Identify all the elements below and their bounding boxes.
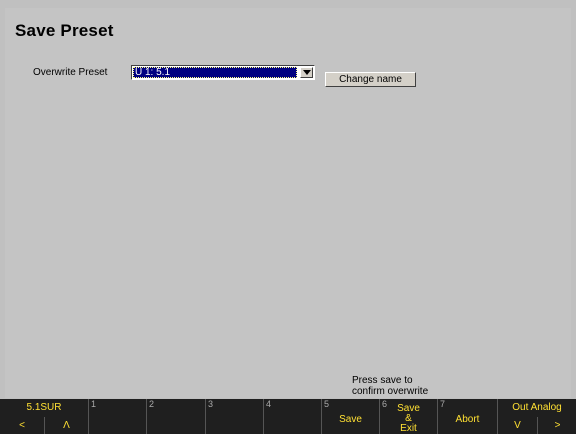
main-panel: Save Preset Overwrite Preset U 1: 5.1 Ch… — [5, 8, 571, 398]
save-hint-text: Press save to confirm overwrite — [352, 375, 428, 397]
fkey-7-number: 7 — [440, 399, 446, 409]
fkey-5-number: 5 — [324, 399, 330, 409]
overwrite-preset-label: Overwrite Preset — [33, 67, 108, 78]
fkey-6-save-exit[interactable]: 6 Save & Exit — [379, 399, 437, 434]
screen: Save Preset Overwrite Preset U 1: 5.1 Ch… — [0, 0, 576, 434]
preset-dropdown-value[interactable]: U 1: 5.1 — [133, 67, 297, 78]
fkey-prev-button[interactable]: < — [0, 417, 44, 434]
fkey-3[interactable]: 3 — [205, 399, 263, 434]
change-name-button[interactable]: Change name — [325, 72, 416, 87]
fkey-preset-selector[interactable]: 5.1SUR < Λ — [0, 399, 88, 434]
fkey-1-number: 1 — [91, 399, 97, 409]
fkey-4[interactable]: 4 — [263, 399, 321, 434]
preset-dropdown[interactable]: U 1: 5.1 — [131, 65, 315, 80]
fkey-3-number: 3 — [208, 399, 214, 409]
chevron-down-icon[interactable] — [300, 67, 313, 78]
fkey-up-button[interactable]: Λ — [44, 417, 88, 434]
fkey-preset-title: 5.1SUR — [26, 402, 62, 413]
fkey-5-save[interactable]: 5 Save — [321, 399, 379, 434]
save-hint-line-1: Press save to — [352, 375, 413, 386]
fkey-2[interactable]: 2 — [146, 399, 205, 434]
function-key-bar: 5.1SUR < Λ 1 2 3 4 5 Save 6 Save & Exit … — [0, 399, 576, 434]
fkey-1[interactable]: 1 — [88, 399, 146, 434]
fkey-output-title: Out Analog — [512, 402, 562, 413]
save-hint-line-2: confirm overwrite — [352, 386, 429, 397]
fkey-next-button[interactable]: > — [537, 417, 576, 434]
fkey-4-number: 4 — [266, 399, 272, 409]
fkey-7-abort[interactable]: 7 Abort — [437, 399, 497, 434]
save-exit-line-3: Exit — [400, 423, 417, 434]
fkey-down-button[interactable]: V — [498, 417, 537, 434]
abort-button[interactable]: Abort — [438, 415, 497, 425]
fkey-output-selector[interactable]: Out Analog V > — [497, 399, 576, 434]
fkey-2-number: 2 — [149, 399, 155, 409]
page-title: Save Preset — [15, 21, 114, 40]
save-button[interactable]: Save — [322, 415, 379, 425]
